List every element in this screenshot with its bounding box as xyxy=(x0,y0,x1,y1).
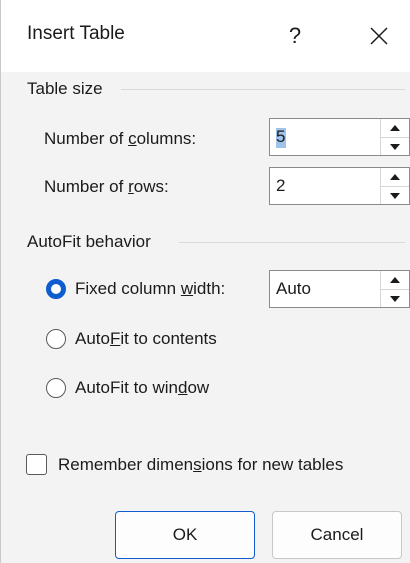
rows-spinner-arrows xyxy=(380,168,409,204)
arrow-down-icon xyxy=(390,295,400,302)
columns-increment-button[interactable] xyxy=(381,119,409,137)
remember-dimensions-option[interactable]: Remember dimensions for new tables xyxy=(26,454,343,475)
columns-label: Number of columns: xyxy=(44,129,197,148)
autofit-contents-option[interactable]: AutoFit to contents xyxy=(46,329,217,349)
columns-spinner-arrows xyxy=(380,119,409,155)
ok-button[interactable]: OK xyxy=(115,511,255,559)
fixed-column-width-radio[interactable] xyxy=(46,279,66,299)
column-width-increment-button[interactable] xyxy=(381,271,409,289)
autofit-window-radio[interactable] xyxy=(46,378,66,398)
autofit-contents-label: AutoFit to contents xyxy=(75,329,217,348)
remember-dimensions-checkbox[interactable] xyxy=(26,454,47,475)
autofit-group-label: AutoFit behavior xyxy=(27,232,157,252)
arrow-up-icon xyxy=(390,125,400,131)
columns-input[interactable] xyxy=(270,119,374,155)
fixed-column-width-option[interactable]: Fixed column width: xyxy=(46,279,225,299)
help-button[interactable]: ? xyxy=(275,16,315,56)
dialog-title: Insert Table xyxy=(27,23,125,44)
arrow-down-icon xyxy=(390,192,400,199)
rows-spinner xyxy=(269,167,410,205)
fixed-column-width-label: Fixed column width: xyxy=(75,279,226,298)
rows-increment-button[interactable] xyxy=(381,168,409,186)
arrow-up-icon xyxy=(390,174,400,180)
column-width-spinner-arrows xyxy=(380,271,409,307)
remember-dimensions-label: Remember dimensions for new tables xyxy=(58,454,344,474)
autofit-window-option[interactable]: AutoFit to window xyxy=(46,378,209,398)
rows-input[interactable] xyxy=(270,168,374,204)
columns-decrement-button[interactable] xyxy=(381,137,409,155)
column-width-input[interactable] xyxy=(270,271,374,307)
title-bar: Insert Table ? xyxy=(1,0,410,72)
column-width-decrement-button[interactable] xyxy=(381,289,409,307)
arrow-up-icon xyxy=(390,277,400,283)
autofit-divider xyxy=(179,242,405,243)
rows-decrement-button[interactable] xyxy=(381,186,409,204)
arrow-down-icon xyxy=(390,143,400,150)
table-size-divider xyxy=(121,89,405,90)
cancel-button[interactable]: Cancel xyxy=(272,511,402,559)
close-button[interactable] xyxy=(357,16,401,56)
columns-spinner xyxy=(269,118,410,156)
close-icon xyxy=(370,27,388,45)
rows-label: Number of rows: xyxy=(44,177,169,196)
insert-table-dialog: Insert Table ? Table size Number of colu… xyxy=(0,0,410,563)
table-size-group-label: Table size xyxy=(27,79,109,99)
autofit-contents-radio[interactable] xyxy=(46,329,66,349)
column-width-spinner xyxy=(269,270,410,308)
autofit-window-label: AutoFit to window xyxy=(75,378,210,397)
